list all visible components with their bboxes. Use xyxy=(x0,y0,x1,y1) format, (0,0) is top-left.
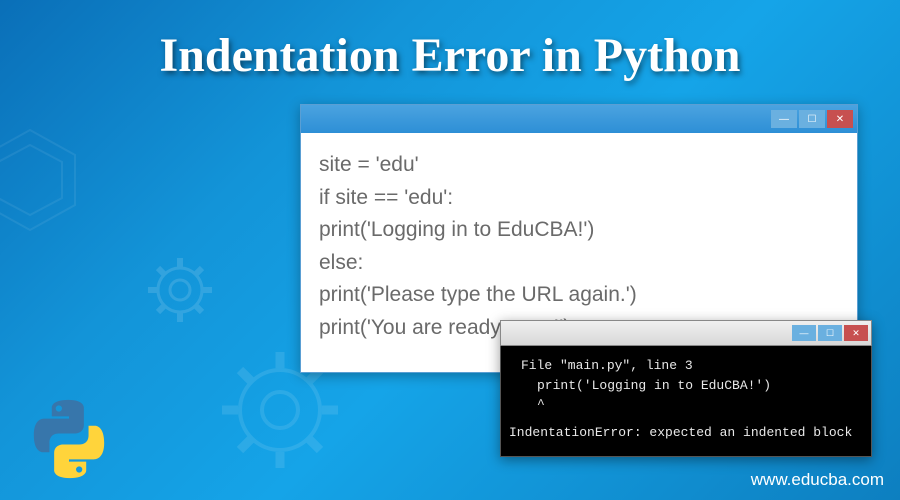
editor-titlebar: — ☐ ✕ xyxy=(301,105,857,133)
site-url: www.educba.com xyxy=(751,470,884,490)
terminal-line: ^ xyxy=(509,395,863,415)
minimize-button[interactable]: — xyxy=(792,325,816,341)
page-title: Indentation Error in Python xyxy=(0,28,900,83)
close-button[interactable]: ✕ xyxy=(827,110,853,128)
bg-hex-decoration xyxy=(0,120,90,240)
terminal-line: IndentationError: expected an indented b… xyxy=(509,423,863,443)
terminal-body: File "main.py", line 3 print('Logging in… xyxy=(500,346,872,457)
python-logo-icon xyxy=(26,396,112,482)
terminal-line: File "main.py", line 3 xyxy=(509,356,863,376)
maximize-button[interactable]: ☐ xyxy=(818,325,842,341)
code-line: if site == 'edu': xyxy=(319,182,839,215)
code-line: else: xyxy=(319,247,839,280)
terminal-line: print('Logging in to EduCBA!') xyxy=(509,376,863,396)
code-line: site = 'edu' xyxy=(319,149,839,182)
maximize-button[interactable]: ☐ xyxy=(799,110,825,128)
terminal-titlebar: — ☐ ✕ xyxy=(500,320,872,346)
close-button[interactable]: ✕ xyxy=(844,325,868,341)
code-line: print('Please type the URL again.') xyxy=(319,279,839,312)
code-line: print('Logging in to EduCBA!') xyxy=(319,214,839,247)
bg-gear-decoration xyxy=(140,250,220,330)
terminal-window: — ☐ ✕ File "main.py", line 3 print('Logg… xyxy=(500,320,872,457)
minimize-button[interactable]: — xyxy=(771,110,797,128)
